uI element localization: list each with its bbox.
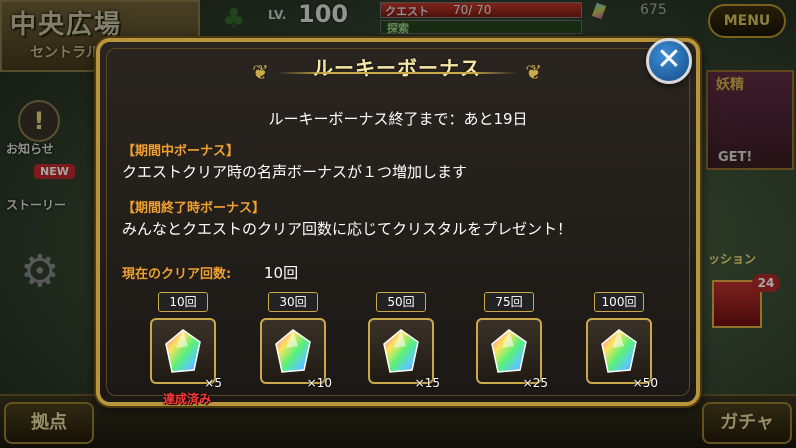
reward-tier: 75回 ×25: [472, 292, 548, 390]
close-icon[interactable]: ✕: [646, 38, 692, 84]
reward-tier: 10回 ×5 達成済み: [146, 292, 222, 406]
period-bonus-heading: 【期間中ボーナス】: [122, 144, 240, 159]
reward-quantity: ×15: [414, 376, 440, 390]
tier-threshold-label: 100回: [594, 292, 644, 312]
reward-quantity: ×5: [204, 376, 222, 390]
rainbow-crystal-icon: [383, 329, 419, 373]
left-ornament-icon: ❦: [252, 60, 269, 84]
title-underline: [277, 72, 517, 74]
reward-tier: 100回 ×50: [582, 292, 658, 390]
reward-tier: 30回 ×10: [256, 292, 332, 390]
end-bonus-heading: 【期間終了時ボーナス】: [122, 201, 266, 216]
tier-threshold-label: 10回: [158, 292, 208, 312]
reward-box: ×15: [368, 318, 440, 390]
rainbow-crystal-icon: [275, 329, 311, 373]
reward-box: ×50: [586, 318, 658, 390]
clear-count-value: 10回: [264, 264, 299, 282]
end-bonus-text: みんなとクエストのクリア回数に応じてクリスタルをプレゼント！: [122, 220, 573, 238]
tier-threshold-label: 30回: [268, 292, 318, 312]
reward-quantity: ×25: [522, 376, 548, 390]
rainbow-crystal-icon: [601, 329, 637, 373]
rainbow-crystal-icon: [491, 329, 527, 373]
rookie-bonus-dialog: ❦ ルーキーボーナス ❦ ルーキーボーナス終了まで：あと19日 【期間中ボーナス…: [96, 38, 700, 406]
right-ornament-icon: ❦: [525, 60, 542, 84]
tier-threshold-label: 75回: [484, 292, 534, 312]
period-bonus-text: クエストクリア時の名声ボーナスが１つ増加します: [122, 163, 468, 181]
tier-threshold-label: 50回: [376, 292, 426, 312]
reward-quantity: ×50: [632, 376, 658, 390]
reward-box: ×25: [476, 318, 548, 390]
reward-box: ×5: [150, 318, 222, 390]
dialog-title: ルーキーボーナス: [313, 56, 481, 80]
rainbow-crystal-icon: [165, 329, 201, 373]
clear-count-label: 現在のクリア回数:: [122, 267, 232, 282]
reward-quantity: ×10: [306, 376, 332, 390]
reward-box: ×10: [260, 318, 332, 390]
achieved-stamp: 達成済み: [162, 392, 211, 406]
dialog-title-banner: ❦ ルーキーボーナス ❦: [252, 46, 542, 86]
remaining-days-text: ルーキーボーナス終了まで：あと19日: [268, 110, 528, 128]
reward-tier: 50回 ×15: [364, 292, 440, 390]
